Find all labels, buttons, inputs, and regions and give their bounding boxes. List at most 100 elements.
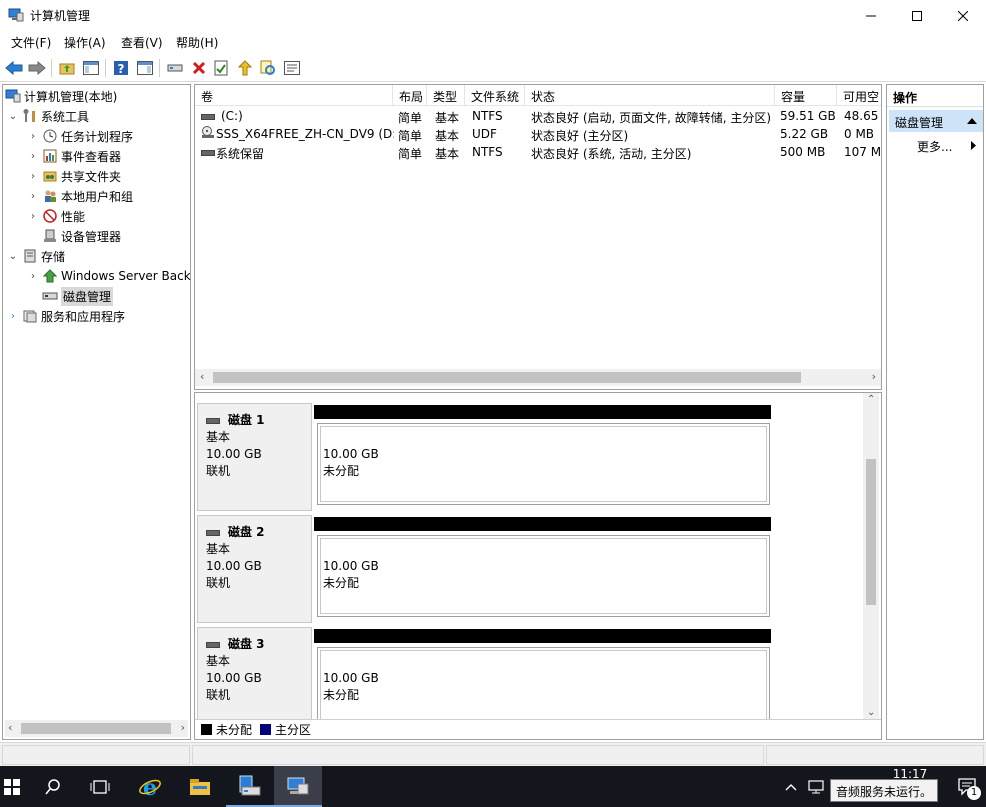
start-button[interactable] [0, 766, 24, 807]
internet-explorer-button[interactable]: e [126, 766, 174, 807]
disk-state: 联机 [206, 464, 231, 478]
menu-view[interactable]: 查看(V) [121, 34, 163, 51]
chevron-right-icon[interactable]: › [27, 271, 39, 282]
computer-management-icon [8, 8, 24, 22]
tree-item-system-tools[interactable]: ⌄ 系统工具 [7, 106, 89, 126]
more-actions-label: 更多... [917, 140, 953, 154]
tree-horizontal-scrollbar[interactable]: ‹ › [5, 720, 188, 737]
tree-item-windows-server-backup[interactable]: › Windows Server Backup [27, 266, 190, 286]
tree-item-shared-folders[interactable]: › 共享文件夹 [27, 166, 121, 186]
column-header-layout[interactable]: 布局 [393, 85, 427, 106]
close-button[interactable] [940, 0, 986, 31]
scroll-right-icon[interactable]: › [872, 370, 876, 383]
volume-name: 系统保留 [216, 147, 265, 161]
scrollbar-thumb[interactable] [21, 723, 171, 734]
scroll-left-icon[interactable]: ‹ [200, 370, 204, 383]
partition-size: 10.00 GB [323, 559, 379, 573]
delete-button[interactable] [189, 58, 209, 78]
up-level-button[interactable] [57, 58, 77, 78]
volume-layout: 简单 [398, 111, 423, 125]
volume-type: 基本 [435, 129, 460, 143]
help-button[interactable]: ? [111, 58, 131, 78]
disk-row[interactable]: 磁盘 1 基本 10.00 GB 联机 10.00 GB 未分配 [197, 403, 861, 511]
tree-item-disk-management[interactable]: 磁盘管理 [39, 286, 114, 306]
scrollbar-thumb[interactable] [213, 372, 801, 383]
collapse-triangle-icon[interactable] [967, 118, 977, 124]
performance-icon [42, 208, 58, 224]
disk-row[interactable]: 磁盘 2 基本 10.00 GB 联机 10.00 GB 未分配 [197, 515, 861, 623]
window-title: 计算机管理 [30, 9, 91, 23]
column-header-capacity[interactable]: 容量 [775, 85, 837, 106]
tree-item-services-apps[interactable]: › 服务和应用程序 [7, 306, 125, 326]
windows-logo-icon [4, 778, 20, 795]
search-taskbar-button[interactable] [30, 766, 76, 807]
actions-section-disk-management[interactable]: 磁盘管理 [889, 110, 983, 132]
disk-drive-icon [206, 417, 220, 424]
back-button[interactable] [4, 58, 24, 78]
tree-item-event-viewer[interactable]: › 事件查看器 [27, 146, 121, 166]
chevron-right-icon[interactable]: › [27, 131, 39, 142]
tree-item-performance[interactable]: › 性能 [27, 206, 85, 226]
volume-list-horizontal-scrollbar[interactable]: ‹ › [195, 369, 881, 386]
computer-management-taskbar-button[interactable] [274, 766, 322, 807]
show-hide-tree-button[interactable] [81, 58, 101, 78]
search-button[interactable] [258, 58, 278, 78]
scroll-left-icon[interactable]: ‹ [8, 721, 12, 734]
scroll-right-icon[interactable]: › [181, 721, 185, 734]
console-tree: 计算机管理(本地) ⌄ 系统工具 › 任务计划程序 › 事件查看器 › 共享文件… [2, 84, 191, 740]
minimize-button[interactable] [848, 0, 894, 31]
network-tray-button[interactable] [805, 766, 827, 807]
scroll-down-icon[interactable]: ⌄ [867, 707, 875, 718]
chevron-right-icon[interactable]: › [27, 151, 39, 162]
server-manager-button[interactable] [226, 766, 274, 807]
forward-button[interactable] [27, 58, 47, 78]
menu-file[interactable]: 文件(F) [11, 34, 51, 51]
tree-item-task-scheduler[interactable]: › 任务计划程序 [27, 126, 133, 146]
export-list-button[interactable] [282, 58, 302, 78]
maximize-button[interactable] [894, 0, 940, 31]
menu-action[interactable]: 操作(A) [64, 34, 106, 51]
task-view-button[interactable] [76, 766, 124, 807]
unallocated-partition[interactable]: 10.00 GB 未分配 [317, 423, 770, 505]
tree-item-local-users[interactable]: › 本地用户和组 [27, 186, 133, 206]
notification-center-button[interactable]: 1 [952, 766, 984, 807]
tree-item-device-manager[interactable]: 设备管理器 [39, 226, 121, 246]
scroll-up-icon[interactable]: ⌃ [867, 394, 875, 405]
connect-button[interactable] [165, 58, 185, 78]
legend-label-primary: 主分区 [275, 723, 312, 737]
chevron-right-icon[interactable]: › [27, 191, 39, 202]
show-hidden-icons-button[interactable] [782, 766, 800, 807]
scrollbar-thumb[interactable] [866, 459, 876, 605]
unallocated-partition[interactable]: 10.00 GB 未分配 [317, 535, 770, 617]
file-explorer-button[interactable] [176, 766, 224, 807]
column-header-volume[interactable]: 卷 [195, 85, 393, 106]
column-header-status[interactable]: 状态 [525, 85, 775, 106]
column-header-type[interactable]: 类型 [427, 85, 465, 106]
computer-management-window: 计算机管理 文件(F) 操作(A) 查看(V) 帮助(H) ? 计算机管理(本地… [0, 0, 986, 766]
search-icon [45, 778, 60, 794]
chevron-down-icon[interactable]: ⌄ [7, 251, 19, 262]
show-hide-action-pane-button[interactable] [135, 58, 155, 78]
event-log-icon [42, 148, 58, 164]
volume-layout: 简单 [398, 147, 423, 161]
svg-text:?: ? [118, 62, 125, 76]
disk-info[interactable]: 磁盘 1 基本 10.00 GB 联机 [197, 403, 312, 511]
tree-item-storage[interactable]: ⌄ 存储 [7, 246, 65, 266]
chevron-right-icon[interactable]: › [27, 211, 39, 222]
tree-item-root[interactable]: 计算机管理(本地) [5, 86, 117, 106]
chevron-down-icon[interactable]: ⌄ [7, 111, 19, 122]
properties-button[interactable] [211, 58, 231, 78]
partition-area: 10.00 GB 未分配 [314, 515, 776, 623]
column-header-filesystem[interactable]: 文件系统 [465, 85, 525, 106]
list-panel-icon [284, 61, 300, 75]
refresh-up-button[interactable] [235, 58, 255, 78]
column-header-free[interactable]: 可用空 [837, 85, 881, 106]
chevron-right-icon[interactable]: › [7, 311, 19, 322]
cd-drive-icon [202, 126, 214, 138]
disk-info[interactable]: 磁盘 2 基本 10.00 GB 联机 [197, 515, 312, 623]
disk-view-vertical-scrollbar[interactable]: ⌃ ⌄ [863, 393, 879, 719]
unallocated-partition[interactable]: 10.00 GB 未分配 [317, 647, 770, 729]
chevron-right-icon[interactable]: › [27, 171, 39, 182]
menu-help[interactable]: 帮助(H) [176, 34, 218, 51]
more-actions-link[interactable]: 更多... [917, 138, 952, 155]
